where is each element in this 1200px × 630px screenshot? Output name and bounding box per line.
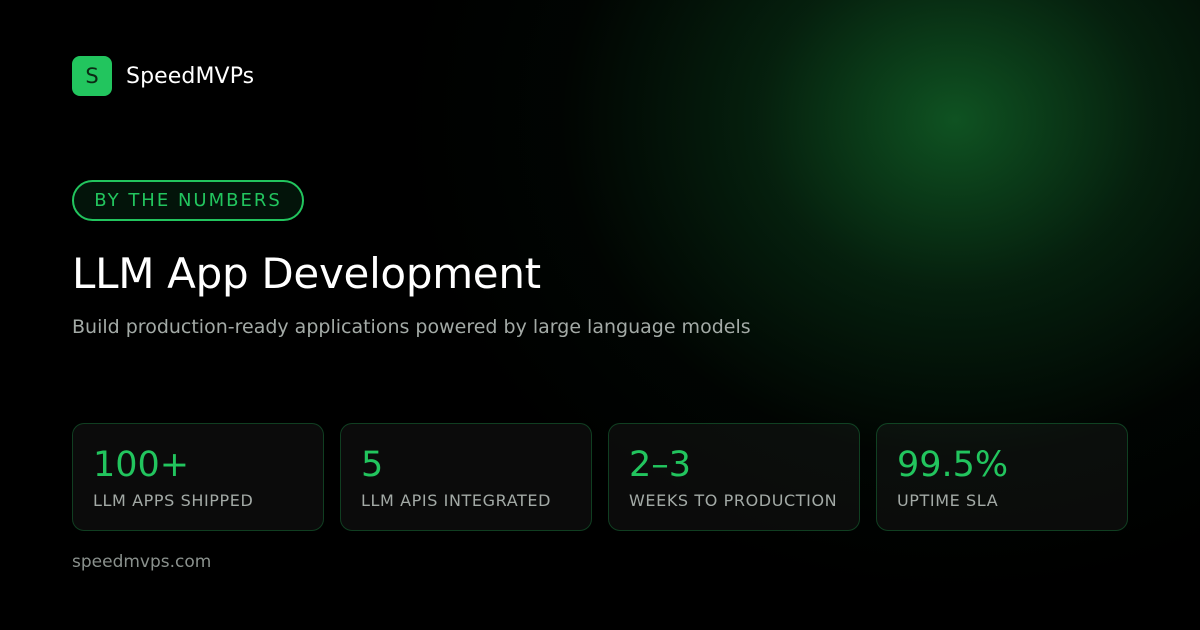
stat-value: 99.5%	[897, 445, 1009, 485]
stat-label: LLM APPS SHIPPED	[93, 491, 254, 510]
stat-card-weeks-to-production: 2–3 WEEKS TO PRODUCTION	[608, 423, 860, 531]
stat-card-uptime-sla: 99.5% UPTIME SLA	[876, 423, 1128, 531]
brand-logo-icon: S	[72, 56, 112, 96]
stat-value: 100+	[93, 445, 190, 485]
stat-label: LLM APIS INTEGRATED	[361, 491, 552, 510]
page-subtitle: Build production-ready applications powe…	[72, 316, 751, 338]
section-badge: BY THE NUMBERS	[72, 180, 304, 221]
stat-card-apis-integrated: 5 LLM APIS INTEGRATED	[340, 423, 592, 531]
og-card: S SpeedMVPs BY THE NUMBERS LLM App Devel…	[0, 0, 1200, 630]
stat-card-apps-shipped: 100+ LLM APPS SHIPPED	[72, 423, 324, 531]
brand-logo-letter: S	[85, 64, 99, 88]
stat-value: 5	[361, 445, 384, 485]
brand: S SpeedMVPs	[72, 56, 254, 96]
section-badge-label: BY THE NUMBERS	[94, 190, 282, 211]
stat-value: 2–3	[629, 445, 692, 485]
footer-url: speedmvps.com	[72, 552, 212, 572]
page-title: LLM App Development	[72, 249, 541, 298]
stats-row: 100+ LLM APPS SHIPPED 5 LLM APIS INTEGRA…	[72, 423, 1128, 531]
stat-label: WEEKS TO PRODUCTION	[629, 491, 838, 510]
brand-name: SpeedMVPs	[126, 63, 255, 89]
stat-label: UPTIME SLA	[897, 491, 999, 510]
